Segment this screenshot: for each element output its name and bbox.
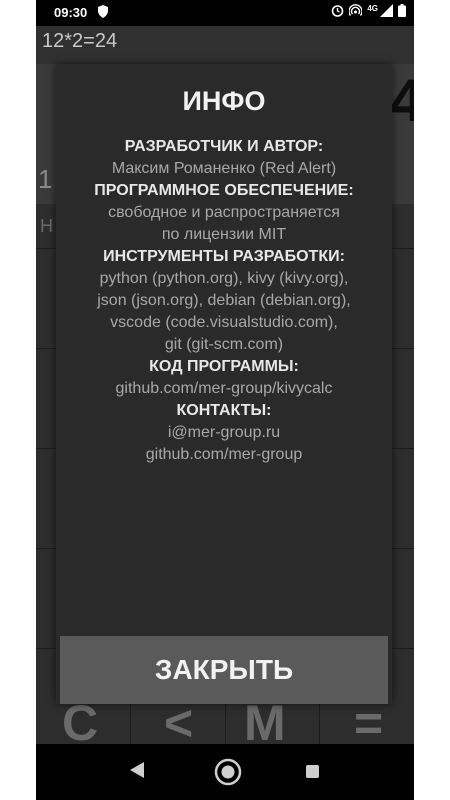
software-heading: ПРОГРАММНОЕ ОБЕСПЕЧЕНИЕ: xyxy=(94,182,354,199)
phone-screen: 09:30 4G 12*2=24 1 4 H C < M = ИНФО РАЗР… xyxy=(36,0,414,800)
developer-heading: РАЗРАБОТЧИК И АВТОР: xyxy=(124,138,324,155)
recents-icon[interactable] xyxy=(306,765,319,778)
home-icon[interactable] xyxy=(214,758,242,786)
tools-line: git (git-scm.com) xyxy=(164,336,284,353)
status-time: 09:30 xyxy=(54,5,88,20)
back-icon[interactable] xyxy=(130,762,144,778)
calc-partial-digit: 1 xyxy=(38,164,53,194)
alarm-icon xyxy=(332,5,344,17)
navigation-bar xyxy=(36,744,414,800)
battery-icon xyxy=(398,4,406,17)
tools-line: vscode (code.visualstudio.com), xyxy=(110,314,338,331)
info-dialog: ИНФО РАЗРАБОТЧИК И АВТОР: Максим Романен… xyxy=(56,64,392,704)
contact-email: i@mer-group.ru xyxy=(167,424,281,441)
source-heading: КОД ПРОГРАММЫ: xyxy=(149,358,299,375)
developer-name: Максим Романенко (Red Alert) xyxy=(111,160,337,177)
network-type-label: 4G xyxy=(367,3,378,13)
signal-icon xyxy=(380,4,393,17)
hotspot-icon xyxy=(349,4,363,16)
software-text-line: свободное и распространяется xyxy=(108,204,340,221)
tools-line: python (python.org), kivy (kivy.org), xyxy=(99,270,349,287)
contact-github: github.com/mer-group xyxy=(145,446,303,463)
tools-line: json (json.org), debian (debian.org), xyxy=(97,292,351,309)
calc-row-label: H xyxy=(40,216,53,236)
calc-expression: 12*2=24 xyxy=(42,30,118,52)
shield-icon xyxy=(98,5,108,18)
close-button[interactable]: ЗАКРЫТЬ xyxy=(60,636,388,704)
source-url: github.com/mer-group/kivycalc xyxy=(115,380,333,397)
dialog-title: ИНФО xyxy=(182,86,266,116)
status-icons: 4G xyxy=(331,4,406,17)
calc-result-partial: 4 xyxy=(390,67,414,134)
license-text: по лицензии MIT xyxy=(161,226,287,243)
dialog-body: РАЗРАБОТЧИК И АВТОР: Максим Романенко (R… xyxy=(56,136,392,466)
contacts-heading: КОНТАКТЫ: xyxy=(176,402,272,419)
tools-heading: ИНСТРУМЕНТЫ РАЗРАБОТКИ: xyxy=(103,248,345,265)
status-bar: 09:30 4G xyxy=(36,0,414,26)
